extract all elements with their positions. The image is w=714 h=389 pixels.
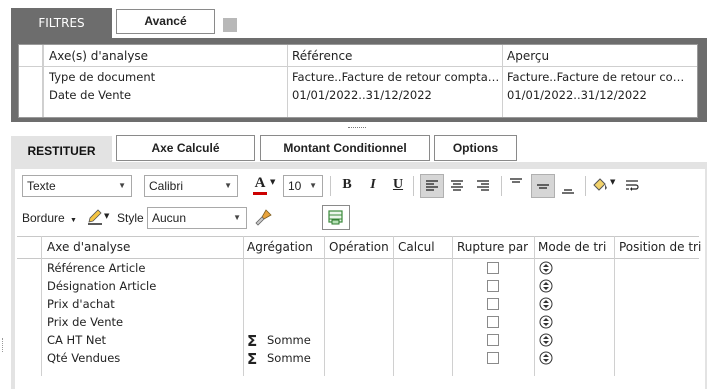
rupture-checkbox[interactable] [487, 316, 499, 328]
valign-bottom-icon [562, 189, 574, 194]
table-row[interactable]: CA HT Net [47, 333, 106, 347]
tab-axe-calcule[interactable]: Axe Calculé [116, 135, 255, 161]
filter-row-reference[interactable]: 01/01/2022..31/12/2022 [292, 88, 500, 102]
panel-splitter[interactable] [348, 127, 366, 129]
format-painter-button[interactable] [254, 207, 276, 229]
valign-middle-icon [537, 184, 549, 189]
font-color-icon: A [254, 175, 266, 191]
column-header-calcul[interactable]: Calcul [398, 240, 435, 254]
sum-icon: Σ [247, 332, 258, 350]
toggle-square[interactable] [223, 18, 237, 32]
align-center-icon [451, 180, 463, 191]
font-size-select[interactable]: 10 ▼ [283, 175, 323, 197]
column-header-sort-position[interactable]: Position de tri [619, 240, 701, 254]
column-header-aggregation[interactable]: Agrégation [247, 240, 313, 254]
italic-icon: I [370, 177, 376, 192]
format-painter-icon [255, 209, 272, 226]
rupture-checkbox[interactable] [487, 352, 499, 364]
filters-grid: Axe(s) d'analyse Référence Aperçu Type d… [18, 44, 698, 118]
fill-color-button[interactable]: ▼ [590, 175, 618, 197]
column-header-reference[interactable]: Référence [292, 49, 352, 63]
valign-top-button[interactable] [506, 175, 528, 197]
add-row-icon [328, 210, 343, 225]
filter-row-preview[interactable]: 01/01/2022..31/12/2022 [507, 88, 695, 102]
column-header-axis[interactable]: Axe(s) d'analyse [49, 49, 148, 63]
bold-button[interactable]: B [338, 176, 356, 196]
rupture-checkbox[interactable] [487, 298, 499, 310]
dropdown-arrow-icon: ▼ [118, 181, 126, 190]
font-color-button[interactable]: A ▼ [252, 175, 280, 197]
font-select[interactable]: Calibri ▼ [144, 175, 238, 197]
border-button[interactable]: Bordure ▼ [22, 208, 77, 228]
wrap-text-button[interactable] [622, 175, 644, 197]
add-row-button[interactable] [322, 205, 350, 230]
dropdown-arrow-icon: ▼ [224, 181, 232, 190]
filter-row-axis[interactable]: Date de Vente [49, 88, 284, 102]
side-splitter[interactable] [2, 338, 4, 352]
rupture-checkbox[interactable] [487, 262, 499, 274]
filter-row-axis[interactable]: Type de document [49, 70, 284, 84]
column-header-sort-mode[interactable]: Mode de tri [538, 240, 606, 254]
tab-montant-conditionnel[interactable]: Montant Conditionnel [260, 135, 430, 161]
dropdown-arrow-icon: ▼ [610, 178, 616, 186]
filter-row-reference[interactable]: Facture..Facture de retour comptabilis..… [292, 70, 500, 84]
column-header-operation[interactable]: Opération [329, 240, 389, 254]
rupture-checkbox[interactable] [487, 280, 499, 292]
sort-icon[interactable] [539, 333, 553, 347]
filter-row-preview[interactable]: Facture..Facture de retour compta... [507, 70, 695, 84]
column-header-preview[interactable]: Aperçu [507, 49, 549, 63]
dropdown-arrow-icon: ▼ [104, 212, 110, 220]
sort-icon[interactable] [539, 261, 553, 275]
table-row[interactable]: Prix de Vente [47, 315, 123, 329]
dropdown-arrow-icon: ▼ [270, 178, 276, 186]
sort-icon[interactable] [539, 279, 553, 293]
wrap-text-icon [626, 180, 639, 191]
columns-rows: Référence Article Désignation Article Pr… [17, 260, 699, 368]
table-row[interactable]: Qté Vendues [47, 351, 120, 365]
pen-icon [88, 209, 102, 225]
sort-icon[interactable] [539, 351, 553, 365]
rupture-checkbox[interactable] [487, 334, 499, 346]
align-right-button[interactable] [473, 175, 495, 197]
sum-icon: Σ [247, 350, 258, 368]
bold-icon: B [342, 177, 352, 192]
tab-options[interactable]: Options [434, 135, 517, 161]
underline-icon: U [392, 177, 404, 192]
valign-bottom-button[interactable] [558, 175, 580, 197]
align-left-icon [426, 180, 438, 191]
style-select[interactable]: Aucun ▼ [147, 207, 247, 229]
align-right-icon [477, 180, 489, 191]
underline-button[interactable]: U [389, 176, 407, 196]
table-row[interactable]: Référence Article [47, 261, 145, 275]
dropdown-arrow-icon: ▼ [233, 213, 241, 222]
sort-icon[interactable] [539, 297, 553, 311]
align-left-button[interactable] [420, 174, 444, 198]
column-header-rupture[interactable]: Rupture par [457, 240, 528, 254]
table-row[interactable]: Prix d'achat [47, 297, 115, 311]
fill-color-icon [593, 178, 607, 191]
dropdown-arrow-icon: ▼ [309, 181, 317, 190]
pen-button[interactable]: ▼ [86, 208, 116, 228]
style-label: Style [117, 211, 144, 225]
column-header-axis[interactable]: Axe d'analyse [47, 240, 130, 254]
table-row[interactable]: Désignation Article [47, 279, 156, 293]
format-select[interactable]: Texte ▼ [22, 175, 132, 197]
tab-filtres[interactable]: FILTRES [11, 8, 112, 38]
tab-restituer[interactable]: RESTITUER [11, 136, 112, 166]
italic-button[interactable]: I [364, 176, 382, 196]
align-center-button[interactable] [447, 175, 469, 197]
aggregation-value[interactable]: Somme [267, 333, 311, 347]
valign-middle-button[interactable] [531, 174, 555, 198]
aggregation-value[interactable]: Somme [267, 351, 311, 365]
sort-icon[interactable] [539, 315, 553, 329]
advanced-button[interactable]: Avancé [116, 9, 215, 34]
dropdown-arrow-icon: ▼ [70, 217, 77, 224]
valign-top-icon [510, 178, 522, 183]
